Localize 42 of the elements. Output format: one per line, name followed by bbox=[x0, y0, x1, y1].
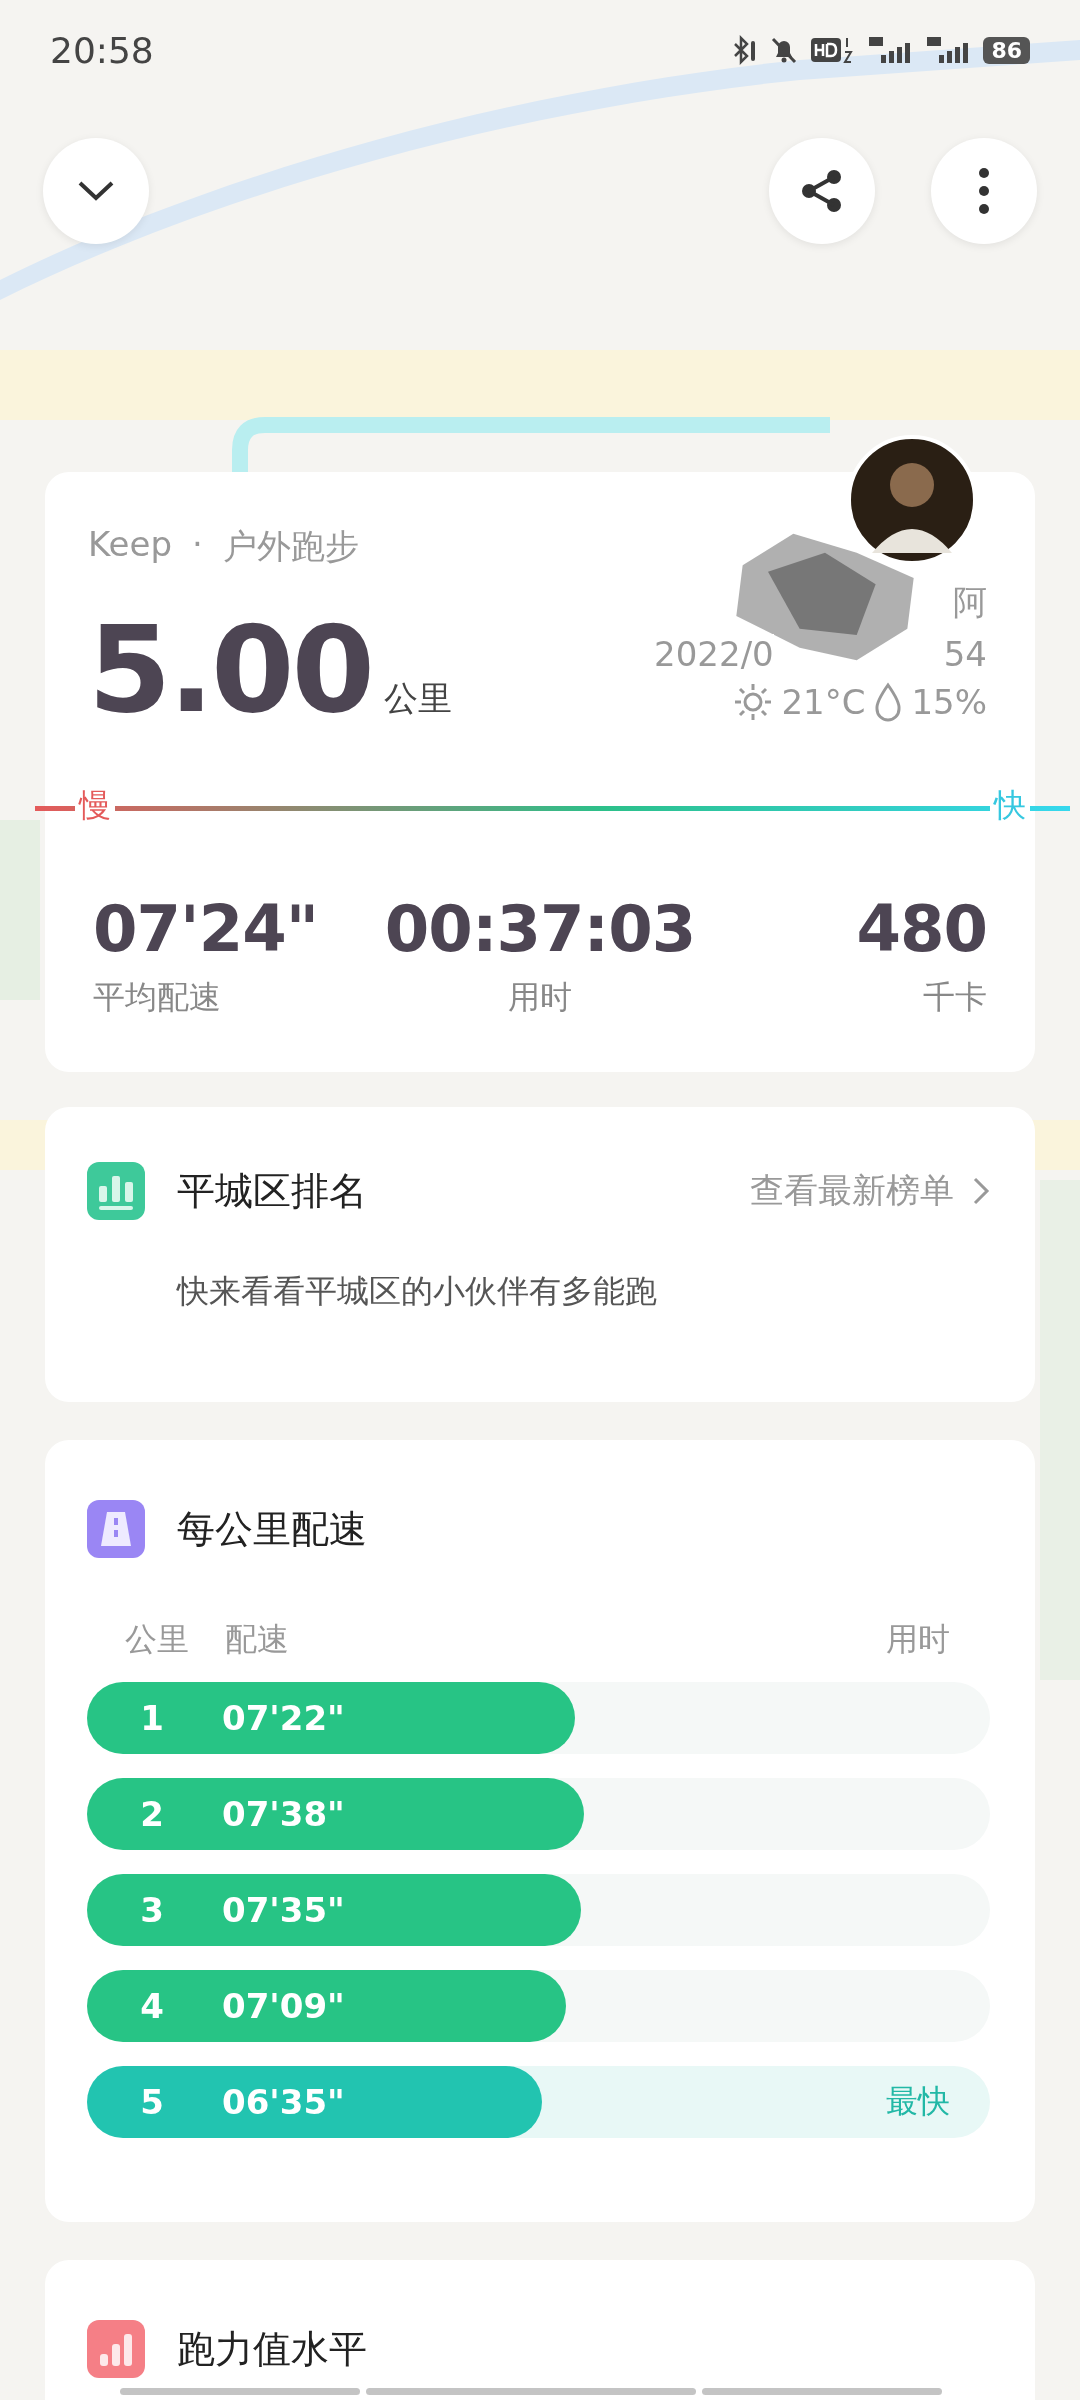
pace-value: 07'38" bbox=[222, 1794, 345, 1834]
column-header: 配速 bbox=[225, 1619, 289, 1660]
leaderboard-link[interactable]: 查看最新榜单 bbox=[750, 1168, 954, 1214]
stat-value: 07'24" bbox=[93, 892, 320, 966]
humidity: 15% bbox=[911, 682, 987, 722]
stat-label: 千卡 bbox=[922, 977, 987, 1018]
column-header: 公里 bbox=[125, 1619, 190, 1660]
activity-type: 户外跑步 bbox=[222, 525, 359, 568]
km-number: 4 bbox=[139, 1986, 165, 2026]
pace-value: 07'09" bbox=[222, 1986, 345, 2026]
sun-icon bbox=[733, 682, 774, 722]
km-number: 5 bbox=[139, 2082, 165, 2122]
bar-chart-icon bbox=[87, 2320, 145, 2378]
more-icon bbox=[978, 167, 990, 215]
pace-value: 06'35" bbox=[222, 2082, 345, 2122]
stat-label: 平均配速 bbox=[93, 977, 222, 1018]
pace-value: 07'35" bbox=[222, 1890, 345, 1930]
drop-icon bbox=[873, 682, 904, 722]
chevron-down-icon bbox=[76, 179, 116, 203]
temperature: 21°C bbox=[781, 682, 866, 722]
status-time: 20:58 bbox=[50, 29, 154, 71]
stat-value: 480 bbox=[855, 892, 987, 966]
fastest-label: 最快 bbox=[886, 2081, 950, 2122]
bar-chart-icon bbox=[87, 1162, 145, 1220]
pace-value: 07'22" bbox=[222, 1698, 345, 1738]
road-icon bbox=[87, 1500, 145, 1558]
km-number: 1 bbox=[139, 1698, 165, 1738]
km-number: 3 bbox=[139, 1890, 165, 1930]
km-number: 2 bbox=[139, 1794, 165, 1834]
card-title: 每公里配速 bbox=[177, 1505, 367, 1553]
battery-level: 86 bbox=[983, 36, 1030, 64]
stat-value: 00:37:03 bbox=[384, 892, 696, 966]
activity-source: Keep bbox=[88, 524, 173, 566]
card-title: 跑力值水平 bbox=[177, 2325, 367, 2373]
ranking-message: 快来看看平城区的小伙伴有多能跑 bbox=[177, 1271, 658, 1312]
stat-label: 用时 bbox=[507, 977, 573, 1018]
separator-dot: · bbox=[192, 524, 203, 566]
column-header: 用时 bbox=[886, 1619, 950, 1660]
distance-unit: 公里 bbox=[384, 677, 453, 720]
card-title: 平城区排名 bbox=[177, 1167, 367, 1215]
chevron-right-icon bbox=[972, 1176, 990, 1206]
distance-value: 5.00 bbox=[88, 610, 373, 730]
